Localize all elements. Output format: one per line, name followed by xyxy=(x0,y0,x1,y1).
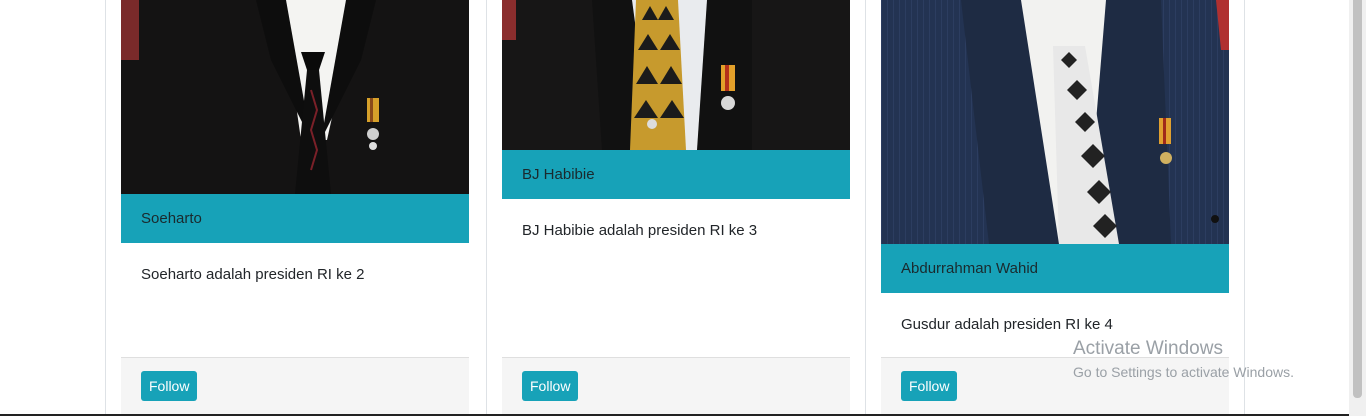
profile-photo xyxy=(121,0,469,194)
card-footer: Follow xyxy=(881,357,1229,416)
card-description: BJ Habibie adalah presiden RI ke 3 xyxy=(522,222,758,239)
card-footer: Follow xyxy=(121,357,469,416)
card-footer: Follow xyxy=(502,357,850,416)
card-description: Soeharto adalah presiden RI ke 2 xyxy=(141,266,365,283)
follow-button[interactable]: Follow xyxy=(901,371,958,401)
profile-photo xyxy=(881,0,1229,244)
portrait-image xyxy=(502,0,850,150)
profile-card: Soeharto Soeharto adalah presiden RI ke … xyxy=(121,0,469,416)
profile-card: BJ Habibie BJ Habibie adalah presiden RI… xyxy=(502,0,850,416)
profile-photo xyxy=(502,0,850,150)
portrait-image xyxy=(121,0,469,194)
vertical-scrollbar[interactable] xyxy=(1349,0,1366,416)
portrait-image xyxy=(881,0,1229,244)
follow-button[interactable]: Follow xyxy=(522,371,579,401)
card-name-bar: BJ Habibie xyxy=(502,150,850,199)
card-name-bar: Abdurrahman Wahid xyxy=(881,244,1229,293)
scrollbar-thumb[interactable] xyxy=(1353,0,1362,398)
card-column-1: Soeharto Soeharto adalah presiden RI ke … xyxy=(106,0,486,416)
card-description: Gusdur adalah presiden RI ke 4 xyxy=(901,316,1113,333)
card-name-bar: Soeharto xyxy=(121,194,469,243)
card-column-3: Abdurrahman Wahid Gusdur adalah presiden… xyxy=(866,0,1246,416)
card-row: Soeharto Soeharto adalah presiden RI ke … xyxy=(105,0,1245,416)
card-column-2: BJ Habibie BJ Habibie adalah presiden RI… xyxy=(486,0,866,416)
profile-card: Abdurrahman Wahid Gusdur adalah presiden… xyxy=(881,0,1229,416)
follow-button[interactable]: Follow xyxy=(141,371,198,401)
